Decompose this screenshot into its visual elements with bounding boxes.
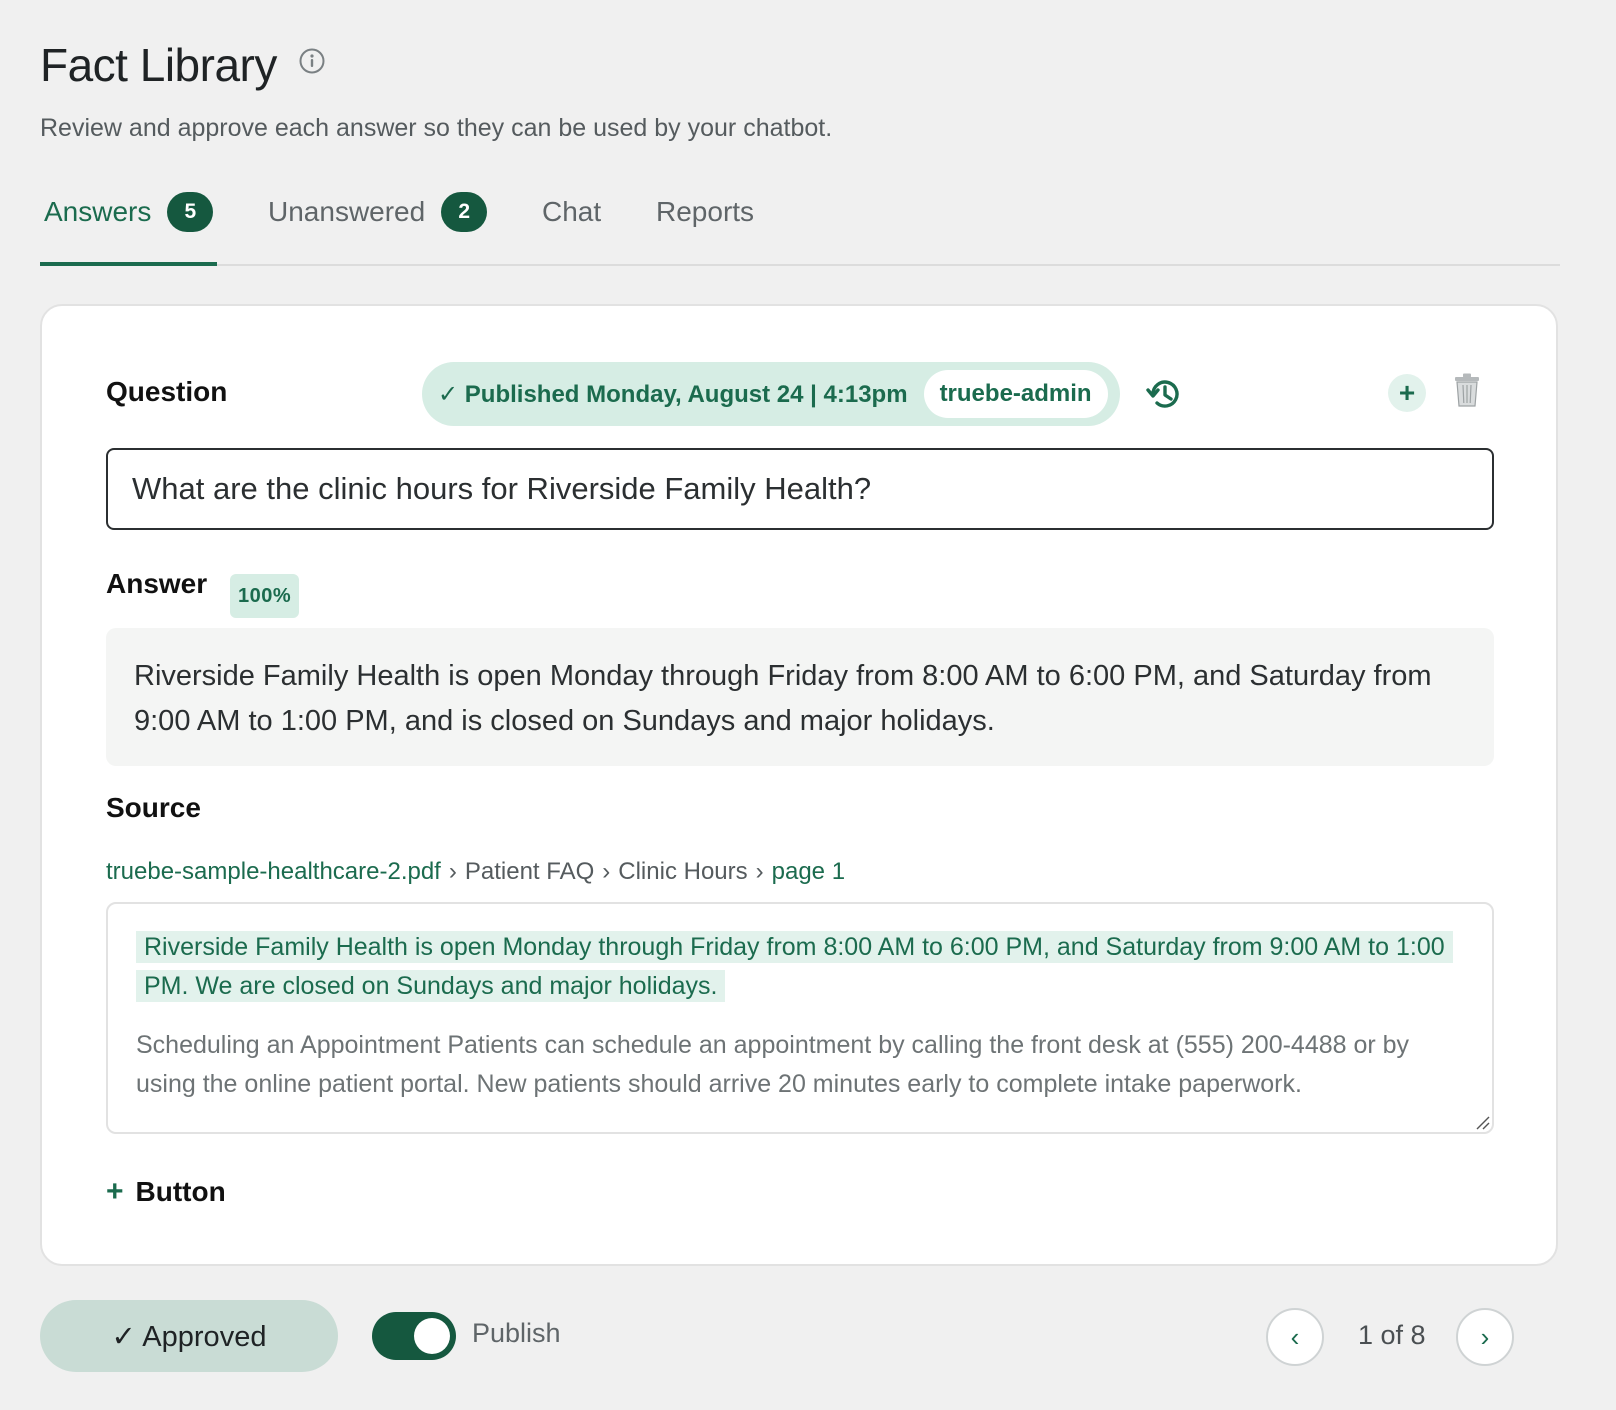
plus-icon: + — [1398, 377, 1416, 408]
source-breadcrumb: truebe-sample-healthcare-2.pdf › Patient… — [106, 858, 845, 886]
info-circle-icon[interactable] — [299, 48, 325, 74]
tab-answers[interactable]: Answers 5 — [40, 192, 218, 266]
tab-bar: Answers 5 Unanswered 2 Chat Reports — [40, 192, 1560, 266]
breadcrumb-separator: › — [448, 858, 457, 885]
publish-toggle[interactable] — [372, 1312, 456, 1360]
source-highlighted-excerpt: Riverside Family Health is open Monday t… — [136, 928, 1464, 1006]
breadcrumb-separator: › — [755, 858, 764, 885]
add-button-control[interactable]: + Button — [106, 1176, 226, 1208]
breadcrumb-separator: › — [602, 858, 611, 885]
tab-chat[interactable]: Chat — [542, 192, 601, 264]
published-by-user-chip[interactable]: truebe-admin — [923, 370, 1108, 418]
breadcrumb-subsection: Clinic Hours — [618, 858, 748, 885]
source-highlight-text: Riverside Family Health is open Monday t… — [136, 931, 1453, 1002]
pagination-status: 1 of 8 — [1358, 1320, 1426, 1350]
published-status-text: ✓ Published Monday, August 24 | 4:13pm — [438, 380, 908, 408]
publish-label: Publish — [472, 1318, 561, 1348]
tab-answers-count-badge: 5 — [167, 192, 214, 232]
resize-grip-icon[interactable] — [1474, 1114, 1490, 1130]
answer-label: Answer — [106, 568, 208, 599]
source-excerpt-box[interactable]: Riverside Family Health is open Monday t… — [106, 902, 1494, 1134]
title-row: Fact Library — [40, 38, 325, 92]
breadcrumb-page-link[interactable]: page 1 — [772, 858, 845, 886]
chevron-right-icon: › — [1480, 1321, 1490, 1352]
answer-card: Question ✓ Published Monday, August 24 |… — [40, 304, 1558, 1266]
tab-reports[interactable]: Reports — [656, 192, 754, 264]
tab-unanswered-count-badge: 2 — [441, 192, 488, 232]
plus-icon: + — [106, 1175, 124, 1208]
approved-button[interactable]: ✓ Approved — [40, 1300, 338, 1372]
source-context-text: Scheduling an Appointment Patients can s… — [136, 1031, 1410, 1098]
next-page-button[interactable]: › — [1456, 1308, 1514, 1366]
source-label: Source — [106, 792, 201, 823]
chevron-left-icon: ‹ — [1290, 1321, 1300, 1352]
tab-reports-label: Reports — [656, 196, 755, 227]
tab-unanswered-label: Unanswered — [268, 196, 426, 227]
trash-icon[interactable] — [1452, 372, 1482, 408]
add-question-button[interactable]: + — [1388, 374, 1426, 412]
page-subtitle: Review and approve each answer so they c… — [40, 114, 833, 142]
confidence-badge: 100% — [230, 574, 300, 618]
answer-text-box[interactable]: Riverside Family Health is open Monday t… — [106, 628, 1494, 766]
history-icon[interactable] — [1144, 374, 1184, 414]
breadcrumb-file-link[interactable]: truebe-sample-healthcare-2.pdf — [106, 858, 441, 886]
tab-chat-label: Chat — [542, 196, 602, 227]
add-button-label: Button — [135, 1176, 226, 1207]
previous-page-button[interactable]: ‹ — [1266, 1308, 1324, 1366]
tab-answers-label: Answers — [44, 196, 152, 227]
publish-toggle-knob — [414, 1318, 450, 1354]
page-title: Fact Library — [40, 39, 277, 91]
tab-unanswered[interactable]: Unanswered 2 — [268, 192, 488, 264]
published-status-pill: ✓ Published Monday, August 24 | 4:13pm t… — [422, 362, 1120, 426]
breadcrumb-section: Patient FAQ — [464, 858, 595, 885]
question-label: Question — [106, 376, 228, 407]
question-input[interactable] — [106, 448, 1494, 530]
